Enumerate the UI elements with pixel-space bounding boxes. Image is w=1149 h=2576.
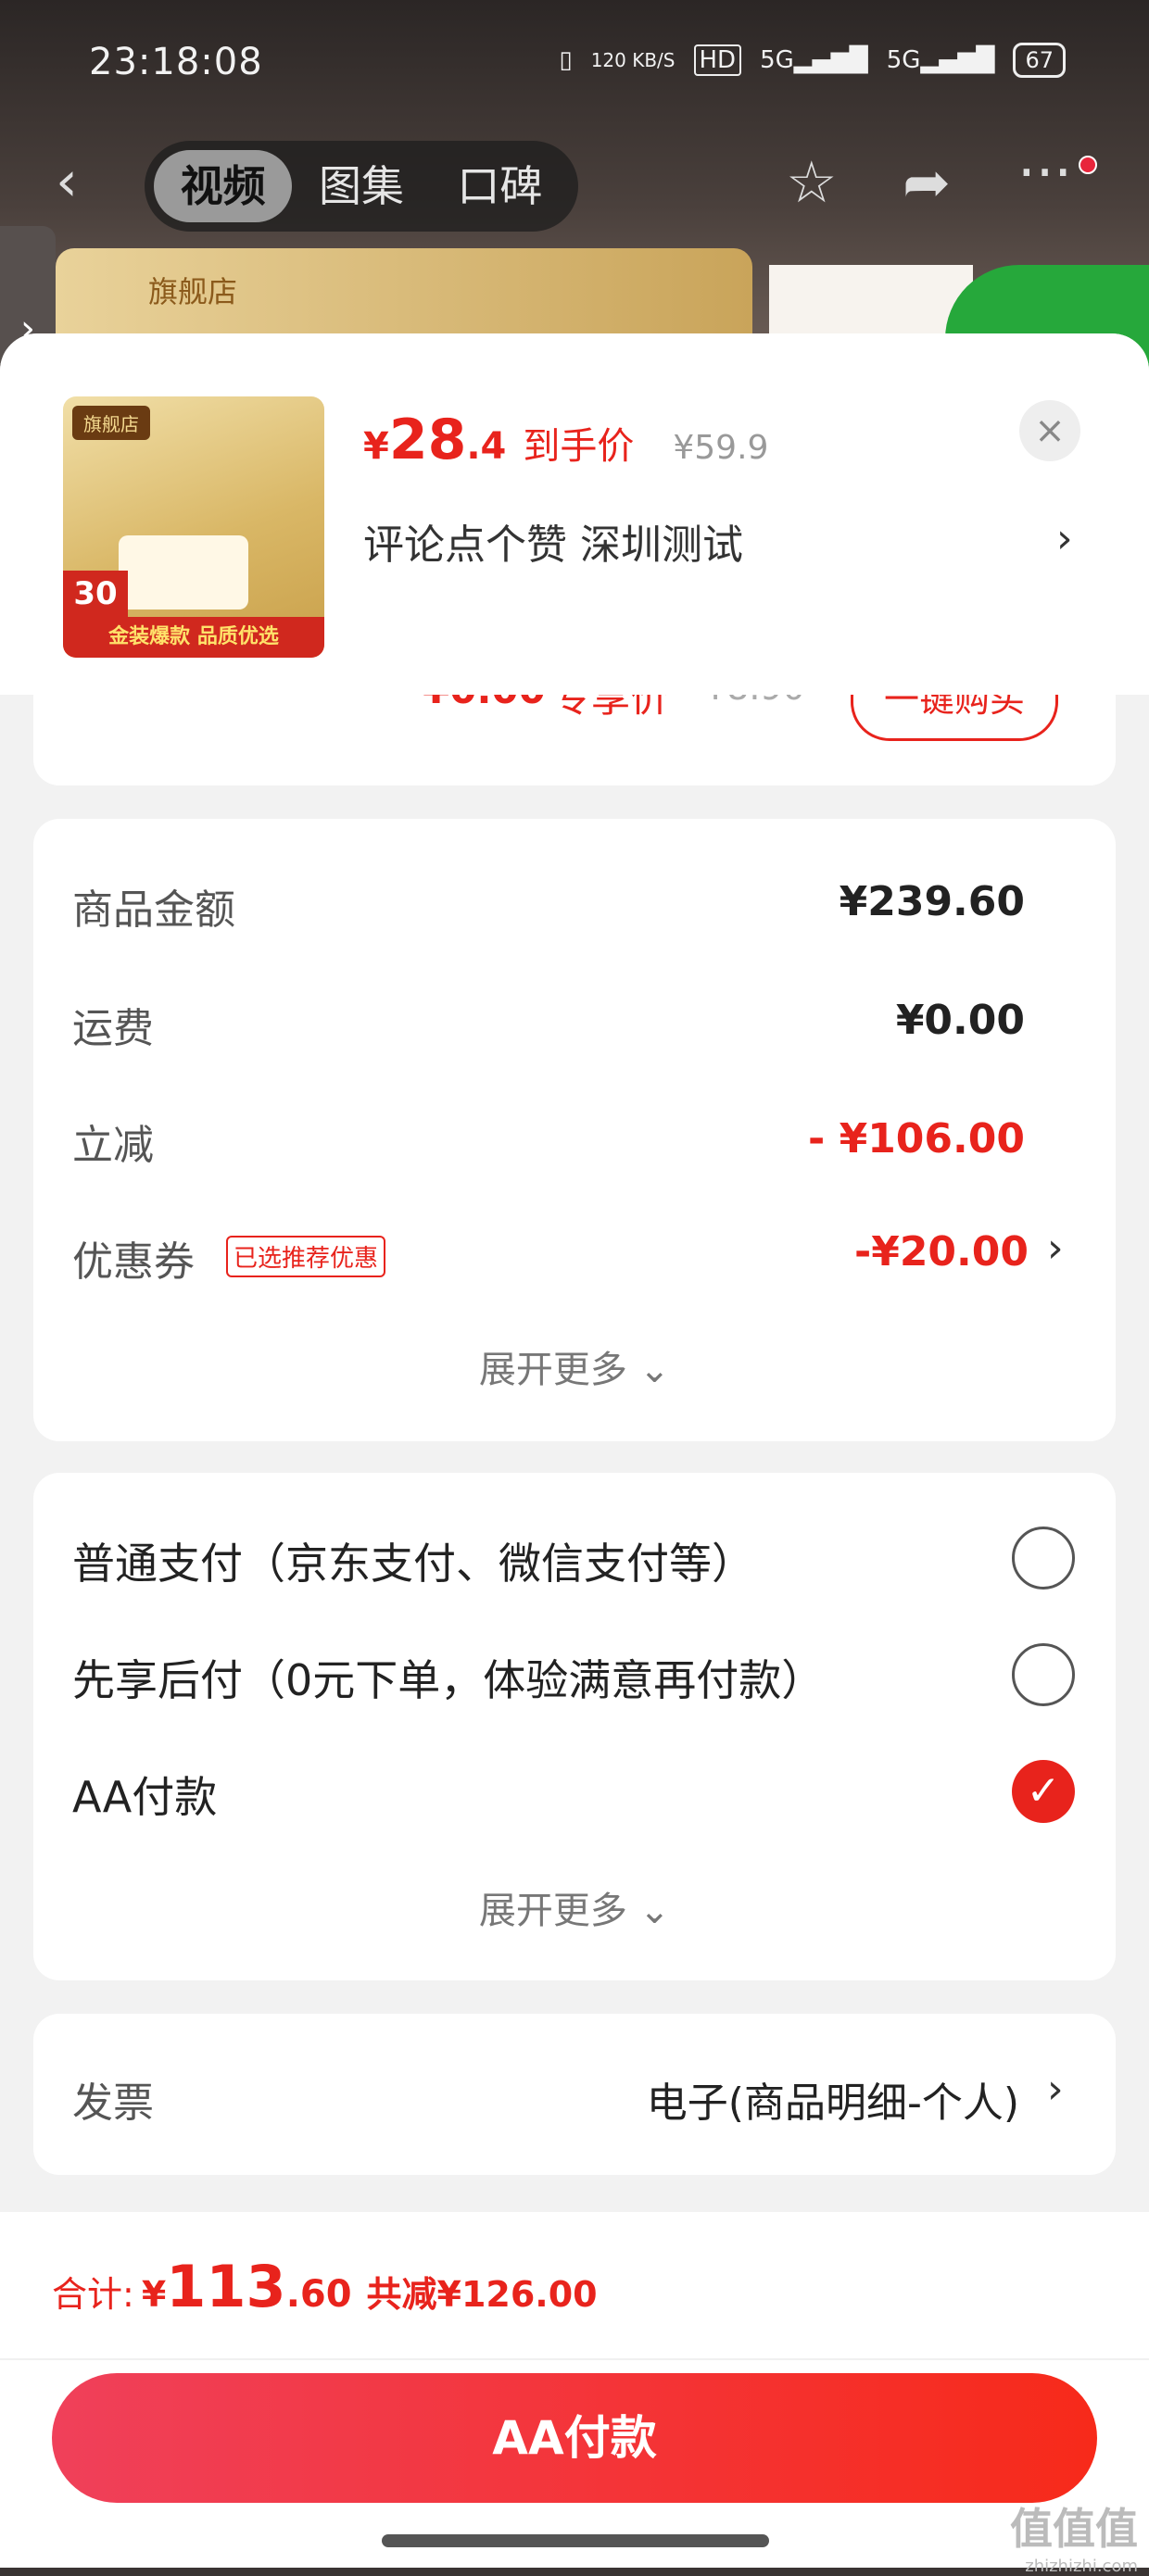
- coupon-recommend-tag: 已选推荐优惠: [226, 1236, 386, 1277]
- chevron-down-icon: ⌄: [638, 1349, 671, 1391]
- signal-5g-label-2: 5G: [886, 46, 921, 74]
- more-icon[interactable]: ···: [1017, 139, 1072, 207]
- network-speed: 120 KB/S: [590, 49, 676, 71]
- peek-price: ¥0.00: [423, 695, 546, 712]
- expand-more-payment[interactable]: 展开更多 ⌄: [33, 1880, 1116, 1934]
- invoice-label: 发票: [72, 2080, 154, 2127]
- peek-price-tag: 专享价: [552, 695, 670, 721]
- coupon-chevron-icon[interactable]: ›: [1047, 1225, 1064, 1272]
- expand-more-payment-label: 展开更多: [478, 1890, 627, 1932]
- store-banner: 旗舰店: [56, 248, 752, 341]
- signal-5g-label: 5G: [760, 46, 794, 74]
- battery-icon: 67: [1013, 43, 1066, 78]
- notification-dot: [1079, 156, 1097, 174]
- footer-divider: [0, 2358, 1149, 2360]
- peek-original-price: ¥8.90: [704, 695, 805, 708]
- amount-label-discount: 立减: [72, 1122, 154, 1169]
- product-description[interactable]: 评论点个赞 深圳测试: [363, 511, 743, 571]
- price-row: ¥28.4 到手价 ¥59.9: [363, 408, 768, 472]
- pay-option-normal[interactable]: 普通支付（京东支付、微信支付等）: [72, 1530, 754, 1591]
- tissue-box-image: [119, 535, 248, 609]
- expand-more-amounts[interactable]: 展开更多 ⌄: [33, 1339, 1116, 1393]
- signal-5g-icon-2: 5G▂▄▆█: [886, 46, 995, 74]
- thumb-count: 30包: [63, 571, 128, 658]
- watermark-main: 值值值: [1010, 2504, 1138, 2554]
- close-icon[interactable]: ×: [1019, 400, 1080, 461]
- pay-option-later[interactable]: 先享后付（0元下单，体验满意再付款）: [72, 1647, 824, 1708]
- total-yen: ¥: [141, 2274, 167, 2315]
- media-tab-segment: 视频 图集 口碑: [145, 141, 578, 232]
- status-icons: ▯ 120 KB/S HD 5G▂▄▆█ 5G▂▄▆█ 67: [559, 43, 1066, 78]
- total-row: 合计: ¥ 113 .60 共减¥126.00: [52, 2253, 598, 2320]
- peek-card: ¥0.00 专享价 ¥8.90 一键购买: [33, 695, 1116, 785]
- thumb-store-tag: 旗舰店: [72, 406, 150, 440]
- signal-5g-icon: 5G▂▄▆█: [760, 46, 868, 74]
- thumb-bottom-bar: 金装爆款 品质优选: [63, 617, 324, 658]
- total-dec: .60: [285, 2273, 352, 2316]
- amount-label-shipping: 运费: [72, 1005, 154, 1052]
- invoice-value[interactable]: 电子(商品明细-个人): [647, 2069, 1019, 2129]
- chevron-down-icon-2: ⌄: [638, 1890, 671, 1932]
- vibrate-icon: ▯: [559, 46, 573, 74]
- final-price-dec: .4: [466, 425, 507, 468]
- amount-value-coupon[interactable]: -¥20.00: [854, 1228, 1029, 1275]
- home-indicator[interactable]: [382, 2534, 769, 2547]
- watermark: 值值值 zhizhizhi.com: [1010, 2495, 1138, 2576]
- amount-value-goods: ¥239.60: [839, 878, 1025, 925]
- original-price: ¥59.9: [673, 429, 769, 467]
- amount-label-coupon: 优惠券: [72, 1238, 195, 1286]
- expand-more-amounts-label: 展开更多: [478, 1349, 627, 1391]
- status-bar: 23:18:08 ▯ 120 KB/S HD 5G▂▄▆█ 5G▂▄▆█ 67: [0, 0, 1149, 130]
- total-saved: 共减¥126.00: [366, 2274, 598, 2315]
- back-icon[interactable]: ‹: [56, 154, 96, 209]
- pay-radio-normal[interactable]: [1012, 1527, 1075, 1590]
- chevron-right-icon[interactable]: ›: [1056, 515, 1073, 562]
- pay-option-aa[interactable]: AA付款: [72, 1764, 217, 1825]
- final-price-tag: 到手价: [523, 425, 635, 468]
- aa-pay-button[interactable]: AA付款: [52, 2373, 1097, 2503]
- amount-value-shipping: ¥0.00: [895, 997, 1025, 1044]
- total-label: 合计:: [52, 2274, 134, 2315]
- hd-icon: HD: [693, 44, 742, 76]
- status-time: 23:18:08: [89, 41, 263, 83]
- pay-radio-later[interactable]: [1012, 1643, 1075, 1706]
- product-thumbnail: 旗舰店 30包 金装爆款 品质优选: [63, 396, 324, 658]
- share-icon[interactable]: ➦: [903, 148, 951, 216]
- final-price-int: 28: [388, 408, 467, 472]
- total-int: 113: [166, 2253, 286, 2320]
- watermark-sub: zhizhizhi.com: [1025, 2557, 1138, 2576]
- tab-video[interactable]: 视频: [154, 150, 293, 222]
- checkmark-icon[interactable]: ✓: [1012, 1760, 1075, 1823]
- invoice-chevron-icon[interactable]: ›: [1047, 2066, 1064, 2113]
- store-banner-label: 旗舰店: [148, 274, 238, 309]
- amount-label-goods: 商品金额: [72, 886, 235, 934]
- tab-gallery[interactable]: 图集: [292, 150, 430, 222]
- final-price-yen: ¥: [363, 425, 389, 468]
- tab-reviews[interactable]: 口碑: [431, 150, 569, 222]
- star-icon[interactable]: ☆: [786, 148, 838, 216]
- final-price: ¥28.4: [363, 408, 506, 472]
- peek-buy-button[interactable]: 一键购买: [851, 695, 1058, 741]
- amount-value-discount: - ¥106.00: [808, 1115, 1025, 1162]
